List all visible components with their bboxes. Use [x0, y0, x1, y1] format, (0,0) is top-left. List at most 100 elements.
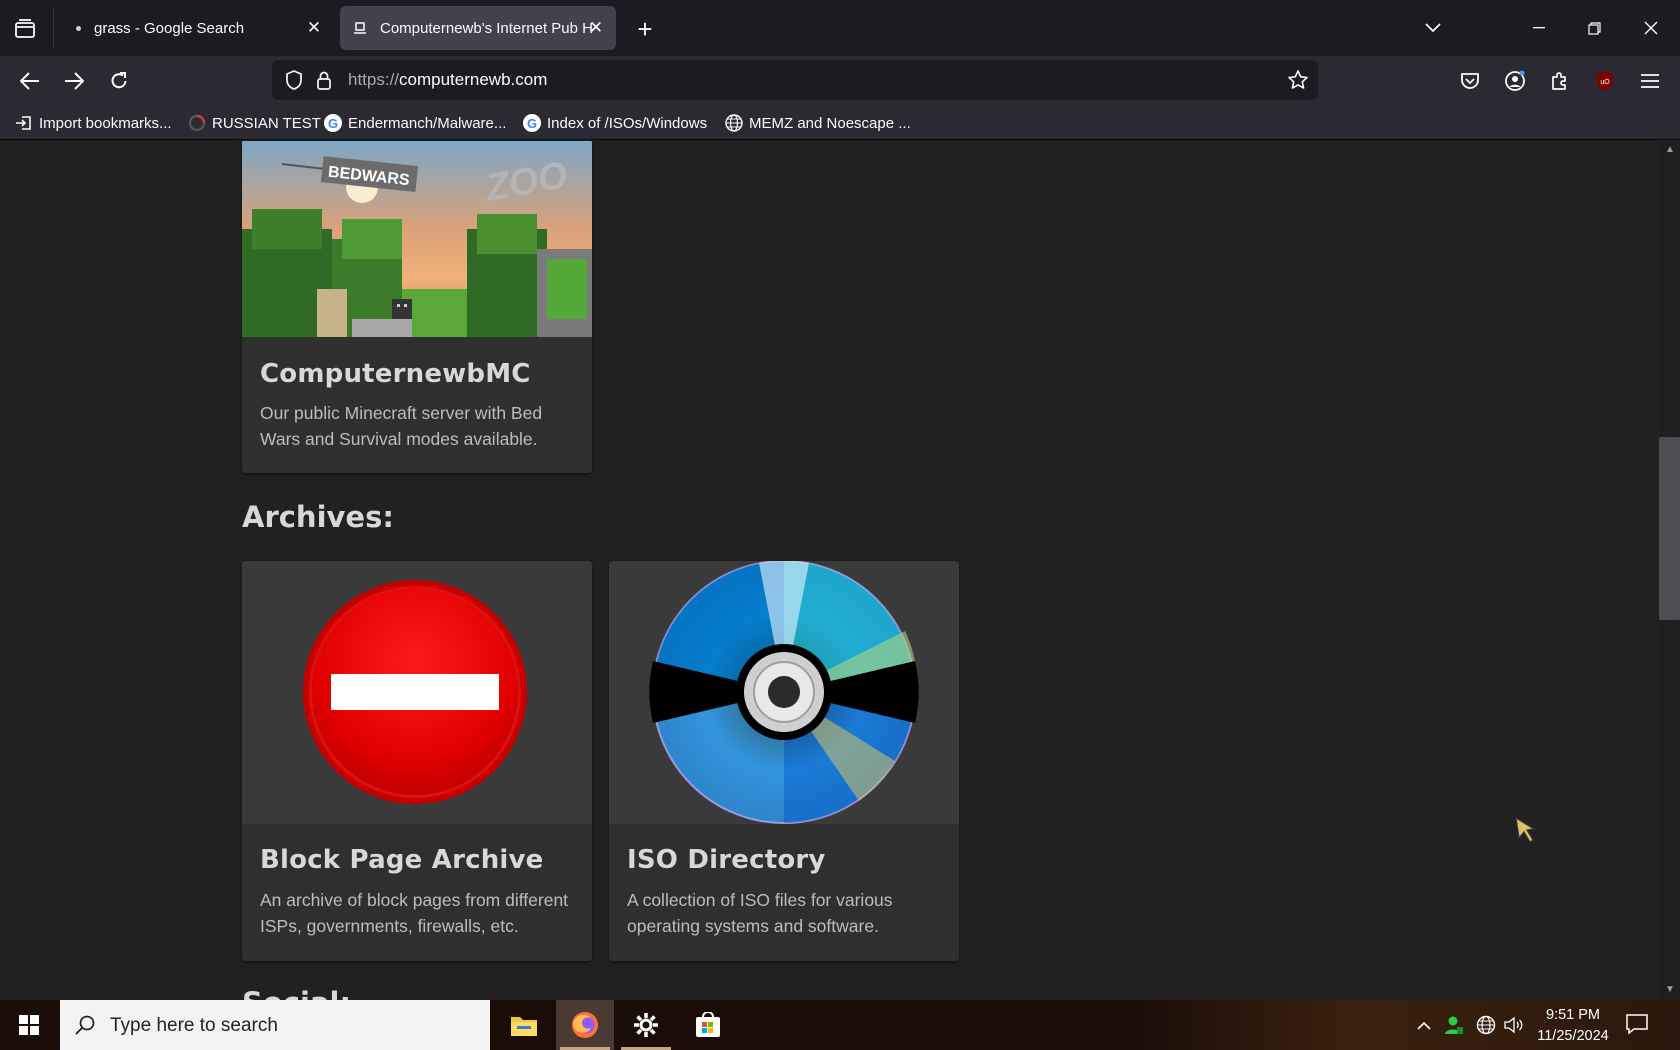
globe-icon: [725, 114, 743, 132]
file-explorer-icon: [511, 1017, 537, 1036]
ublock-badge-text: uO: [1600, 79, 1610, 86]
pocket-button[interactable]: [1452, 63, 1488, 99]
page-content: BEDWARS ZOO ComputernewbMC Our public Mi…: [0, 141, 1660, 1000]
volume-button[interactable]: [1502, 1014, 1526, 1036]
clock-time: 9:51 PM: [1546, 1007, 1600, 1023]
ublock-origin-button[interactable]: uO: [1587, 63, 1623, 99]
account-icon: [1505, 70, 1525, 91]
pocket-icon: [1461, 73, 1479, 89]
windows-logo-icon: [19, 1015, 39, 1035]
windows-taskbar: Type here to search 9:51 PM 11/25/2024: [0, 1000, 1680, 1050]
card-description: Our public Minecraft server with Bed War…: [260, 403, 543, 449]
bookmark-isos-windows[interactable]: G Index of /ISOs/Windows: [523, 111, 707, 135]
bookmark-label: RUSSIAN TEST: [212, 114, 321, 132]
close-tab-icon[interactable]: ✕: [304, 18, 324, 38]
bookmark-label: Index of /ISOs/Windows: [547, 114, 708, 132]
action-center-button[interactable]: [1625, 1012, 1655, 1038]
show-hidden-icons-button[interactable]: [1414, 1014, 1434, 1036]
user-status-icon: [1445, 1016, 1463, 1034]
back-arrow-icon: [20, 72, 39, 90]
speaker-icon: [1504, 1016, 1523, 1034]
card-block-page-archive[interactable]: Block Page Archive An archive of block p…: [242, 561, 592, 961]
url-bar[interactable]: https://computernewb.com: [272, 60, 1318, 100]
tab-title: grass - Google Search: [94, 19, 245, 37]
card-image-area: [609, 561, 959, 824]
tab-computernewb[interactable]: Computernewb's Internet Pub H ✕: [340, 6, 616, 50]
app-menu-button[interactable]: [1632, 63, 1668, 99]
start-button[interactable]: [0, 1000, 58, 1050]
firefox-icon: [572, 1012, 598, 1038]
archives-heading: Archives:: [242, 500, 394, 534]
card-computernewbmc[interactable]: BEDWARS ZOO ComputernewbMC Our public Mi…: [242, 141, 592, 473]
scroll-up-icon[interactable]: ▲: [1664, 144, 1676, 156]
computernewb-favicon-icon: [354, 22, 366, 34]
bookmark-russian-test[interactable]: RUSSIAN TEST: [188, 111, 321, 135]
card-title[interactable]: Block Page Archive: [260, 845, 544, 875]
clock-date: 11/25/2024: [1537, 1028, 1609, 1044]
reload-button[interactable]: [101, 63, 137, 99]
notification-icon: [1626, 1014, 1648, 1035]
network-button[interactable]: [1474, 1014, 1498, 1036]
close-tab-icon[interactable]: ✕: [586, 18, 606, 38]
forward-button[interactable]: [56, 63, 92, 99]
bookmark-star-icon[interactable]: [1286, 68, 1310, 92]
bookmarks-toolbar: Import bookmarks... RUSSIAN TEST G Ender…: [0, 106, 1680, 140]
url-scheme: https://: [348, 70, 400, 89]
settings-icon: [634, 1013, 658, 1037]
navigation-toolbar: https://computernewb.com uO: [0, 56, 1680, 106]
reload-icon: [111, 72, 127, 89]
forward-arrow-icon: [65, 72, 84, 90]
taskbar-clock[interactable]: 9:51 PM 11/25/2024: [1530, 1005, 1616, 1047]
card-description: An archive of block pages from different…: [260, 890, 569, 936]
tab-favicon-icon: [76, 26, 81, 31]
card-image-area: [242, 561, 592, 824]
taskbar-settings[interactable]: [617, 1000, 675, 1050]
taskbar-search-box[interactable]: Type here to search: [60, 1000, 490, 1050]
minimize-icon: [1533, 27, 1545, 29]
no-entry-sign-icon: [303, 580, 527, 804]
loading-icon: [188, 114, 206, 132]
taskbar-file-explorer[interactable]: [495, 1000, 553, 1050]
search-placeholder: Type here to search: [110, 1015, 278, 1036]
url-text[interactable]: https://computernewb.com: [348, 70, 547, 90]
bookmark-label: Import bookmarks...: [39, 114, 172, 132]
card-title[interactable]: ComputernewbMC: [260, 359, 531, 389]
tab-title: Computernewb's Internet Pub H: [380, 19, 592, 37]
close-icon: [1644, 21, 1658, 35]
bookmark-endermanch[interactable]: G Endermanch/Malware...: [324, 111, 506, 135]
bookmark-label: MEMZ and Noescape ...: [749, 114, 911, 132]
hamburger-menu-icon: [1641, 74, 1659, 88]
lock-icon[interactable]: [312, 68, 336, 92]
minimize-button[interactable]: [1516, 8, 1562, 48]
scroll-down-icon[interactable]: ▼: [1664, 984, 1676, 996]
bookmark-label: Endermanch/Malware...: [348, 114, 507, 132]
back-button[interactable]: [12, 63, 48, 99]
tray-user-app[interactable]: [1442, 1014, 1466, 1036]
account-button[interactable]: [1497, 63, 1533, 99]
card-iso-directory[interactable]: ISO Directory A collection of ISO files …: [609, 561, 959, 961]
taskbar-store[interactable]: [679, 1000, 737, 1050]
bookmark-memz[interactable]: MEMZ and Noescape ...: [725, 111, 911, 135]
globe-network-icon: [1476, 1015, 1496, 1035]
tab-list-button[interactable]: [8, 12, 42, 46]
tab-google-search[interactable]: grass - Google Search ✕: [58, 6, 334, 50]
scrollbar-thumb[interactable]: [1659, 437, 1680, 620]
import-icon: [16, 116, 31, 130]
extensions-button[interactable]: [1542, 63, 1578, 99]
list-all-tabs-button[interactable]: [1410, 8, 1456, 48]
card-description: A collection of ISO files for various op…: [627, 890, 893, 936]
bookmark-import[interactable]: Import bookmarks...: [15, 111, 172, 135]
chevron-down-icon: [1425, 23, 1441, 33]
shield-icon[interactable]: [282, 68, 306, 92]
busy-cursor-icon: [1515, 816, 1536, 843]
restore-button[interactable]: [1571, 8, 1617, 48]
close-window-button[interactable]: [1628, 8, 1674, 48]
card-title[interactable]: ISO Directory: [627, 845, 826, 875]
taskbar-firefox[interactable]: [556, 1000, 614, 1050]
store-icon: [696, 1012, 720, 1037]
google-icon: G: [523, 114, 541, 132]
google-icon: G: [324, 114, 342, 132]
social-heading-partial: Social:: [242, 986, 351, 1000]
puzzle-icon: [1552, 72, 1566, 90]
new-tab-button[interactable]: +: [628, 12, 662, 46]
